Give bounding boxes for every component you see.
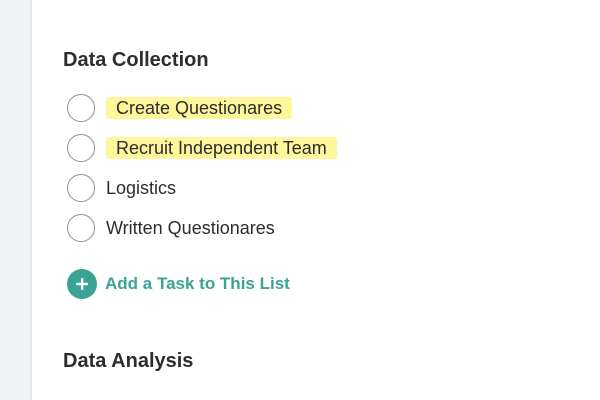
add-task-button[interactable]: Add a Task to This List xyxy=(67,268,290,300)
sidebar-edge xyxy=(0,0,32,400)
plus-icon[interactable] xyxy=(67,269,97,299)
task-item: Create Questionares xyxy=(67,92,293,124)
task-list-panel: Data Collection Create Questionares Recr… xyxy=(32,0,600,400)
task-checkbox[interactable] xyxy=(67,174,95,202)
task-checkbox[interactable] xyxy=(67,214,95,242)
task-label[interactable]: Written Questionares xyxy=(106,217,275,239)
task-item: Logistics xyxy=(67,172,176,204)
task-item: Written Questionares xyxy=(67,212,275,244)
task-item: Recruit Independent Team xyxy=(67,132,337,164)
section-title-data-collection: Data Collection xyxy=(63,49,209,71)
task-label[interactable]: Logistics xyxy=(106,177,176,199)
task-label[interactable]: Create Questionares xyxy=(106,97,293,119)
task-checkbox[interactable] xyxy=(67,134,95,162)
add-task-label[interactable]: Add a Task to This List xyxy=(105,274,290,294)
task-checkbox[interactable] xyxy=(67,94,95,122)
task-label[interactable]: Recruit Independent Team xyxy=(106,137,337,159)
section-title-data-analysis: Data Analysis xyxy=(63,350,194,372)
